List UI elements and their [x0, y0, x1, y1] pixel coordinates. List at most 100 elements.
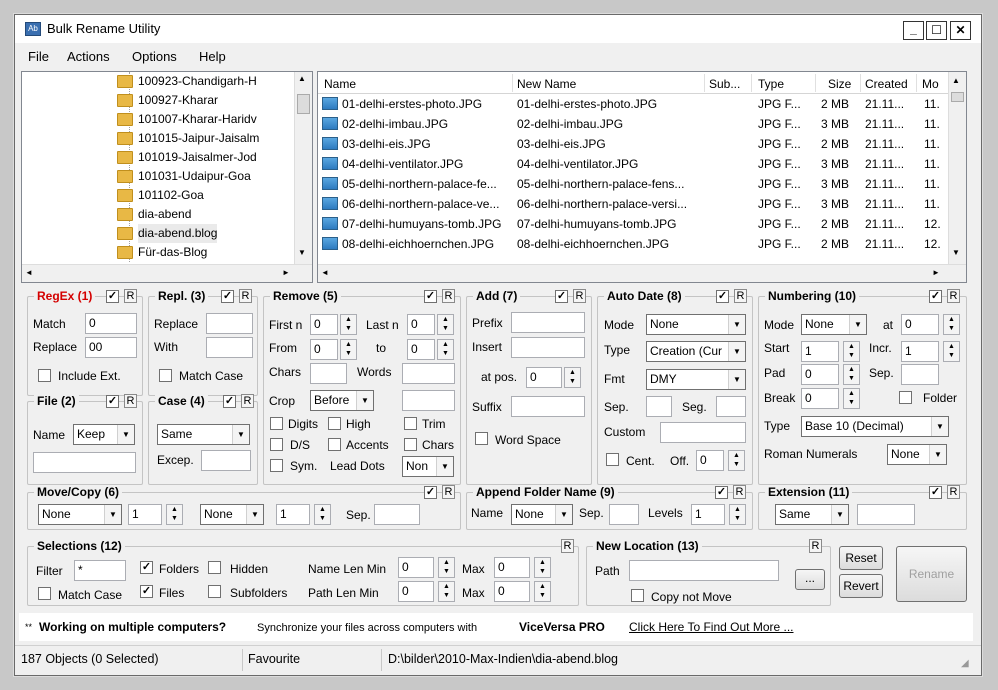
- selections-reset-button[interactable]: R: [561, 539, 574, 553]
- insert-input[interactable]: [511, 337, 585, 358]
- from-input[interactable]: 0: [310, 339, 338, 360]
- table-row[interactable]: 05-delhi-northern-palace-fe... 05-delhi-n…: [318, 174, 940, 194]
- regex-replace-input[interactable]: 00: [85, 337, 137, 358]
- lead-dots-select[interactable]: Non ▼: [402, 456, 454, 477]
- suffix-input[interactable]: [511, 396, 585, 417]
- movecopy-reset-button[interactable]: R: [442, 485, 455, 499]
- scroll-right-icon[interactable]: ►: [932, 268, 940, 277]
- rename-button[interactable]: Rename: [896, 546, 967, 602]
- namelen-min-input[interactable]: 0: [398, 557, 434, 578]
- num-start-stepper[interactable]: ▲ ▼: [843, 341, 860, 362]
- movecopy-enable-checkbox[interactable]: ✓: [424, 486, 437, 499]
- to-stepper[interactable]: ▲ ▼: [437, 339, 454, 360]
- col-sub[interactable]: Sub...: [709, 77, 740, 91]
- movecopy-select-1[interactable]: None ▼: [38, 504, 122, 525]
- folders-checkbox[interactable]: ✓: [140, 561, 153, 574]
- table-row[interactable]: 07-delhi-humuyans-tomb.JPG 07-delhi-humuy…: [318, 214, 941, 234]
- browse-button[interactable]: ...: [795, 569, 825, 590]
- word-space-checkbox[interactable]: [475, 432, 488, 445]
- table-row[interactable]: 02-delhi-imbau.JPG 02-delhi-imbau.JPG JPG …: [318, 114, 940, 134]
- tree-item[interactable]: 101007-Kharar-Haridv: [117, 110, 257, 129]
- lastn-input[interactable]: 0: [407, 314, 435, 335]
- status-favourite[interactable]: Favourite: [248, 652, 300, 666]
- maximize-button[interactable]: ☐: [926, 21, 947, 40]
- pathlen-min-input[interactable]: 0: [398, 581, 434, 602]
- table-row[interactable]: 04-delhi-ventilator.JPG 04-delhi-ventilat…: [318, 154, 940, 174]
- extension-reset-button[interactable]: R: [947, 485, 960, 499]
- pathlen-max-input[interactable]: 0: [494, 581, 530, 602]
- crop-select[interactable]: Before ▼: [310, 390, 374, 411]
- col-created[interactable]: Created: [865, 77, 908, 91]
- list-hscrollbar[interactable]: ◄ ►: [318, 264, 966, 282]
- regex-enable-checkbox[interactable]: ✓: [106, 290, 119, 303]
- repl-match-case-checkbox[interactable]: [159, 369, 172, 382]
- sel-match-case-checkbox[interactable]: [38, 587, 51, 600]
- tree-item[interactable]: 101102-Goa: [117, 186, 204, 205]
- hidden-checkbox[interactable]: [208, 561, 221, 574]
- col-new-name[interactable]: New Name: [517, 77, 576, 91]
- regex-match-input[interactable]: 0: [85, 313, 137, 334]
- col-size[interactable]: Size: [828, 77, 851, 91]
- tree-item[interactable]: 101015-Jaipur-Jaisalm: [117, 129, 259, 148]
- num-pad-input[interactable]: 0: [801, 364, 839, 385]
- scroll-up-icon[interactable]: ▲: [298, 74, 306, 83]
- ad-sep-input[interactable]: [646, 396, 672, 417]
- files-checkbox[interactable]: ✓: [140, 585, 153, 598]
- sym-checkbox[interactable]: [270, 459, 283, 472]
- to-input[interactable]: 0: [407, 339, 435, 360]
- repl-reset-button[interactable]: R: [239, 289, 252, 303]
- firstn-input[interactable]: 0: [310, 314, 338, 335]
- tree-item[interactable]: Für-das-Blog: [117, 243, 207, 262]
- col-modified[interactable]: Mo: [922, 77, 939, 91]
- high-checkbox[interactable]: [328, 417, 341, 430]
- appendfolder-enable-checkbox[interactable]: ✓: [715, 486, 728, 499]
- atpos-stepper[interactable]: ▲ ▼: [564, 367, 581, 388]
- table-row[interactable]: 08-delhi-eichhoernchen.JPG 08-delhi-eichh…: [318, 234, 941, 254]
- copy-not-move-checkbox[interactable]: [631, 589, 644, 602]
- resize-grip-icon[interactable]: ◢: [961, 658, 969, 669]
- repl-enable-checkbox[interactable]: ✓: [221, 290, 234, 303]
- crop-input[interactable]: [402, 390, 455, 411]
- roman-select[interactable]: None ▼: [887, 444, 947, 465]
- numbering-reset-button[interactable]: R: [947, 289, 960, 303]
- chars-input[interactable]: [310, 363, 347, 384]
- chars-checkbox[interactable]: [404, 438, 417, 451]
- close-button[interactable]: ✕: [950, 21, 971, 40]
- folder-tree[interactable]: 100923-Chandigarh-H 100927-Kharar 101007…: [21, 71, 313, 283]
- prefix-input[interactable]: [511, 312, 585, 333]
- num-at-stepper[interactable]: ▲ ▼: [943, 314, 960, 335]
- pathlen-max-stepper[interactable]: ▲ ▼: [534, 581, 551, 602]
- case-reset-button[interactable]: R: [241, 394, 254, 408]
- repl-with-input[interactable]: [206, 337, 253, 358]
- case-excep-input[interactable]: [201, 450, 251, 471]
- num-break-input[interactable]: 0: [801, 388, 839, 409]
- file-enable-checkbox[interactable]: ✓: [106, 395, 119, 408]
- tree-item[interactable]: 101031-Udaipur-Goa: [117, 167, 251, 186]
- include-ext-checkbox[interactable]: [38, 369, 51, 382]
- num-type-select[interactable]: Base 10 (Decimal) ▼: [801, 416, 949, 437]
- num-at-input[interactable]: 0: [901, 314, 939, 335]
- movecopy-select-2[interactable]: None ▼: [200, 504, 264, 525]
- off-input[interactable]: 0: [696, 450, 724, 471]
- tree-hscrollbar[interactable]: ◄ ►: [22, 264, 312, 282]
- namelen-max-input[interactable]: 0: [494, 557, 530, 578]
- file-name-input[interactable]: [33, 452, 136, 473]
- ad-type-select[interactable]: Creation (Cur ▼: [646, 341, 746, 362]
- autodate-enable-checkbox[interactable]: ✓: [716, 290, 729, 303]
- num-incr-stepper[interactable]: ▲ ▼: [943, 341, 960, 362]
- tree-item[interactable]: dia-abend: [117, 205, 191, 224]
- tree-item[interactable]: 100923-Chandigarh-H: [117, 72, 257, 91]
- from-stepper[interactable]: ▲ ▼: [340, 339, 357, 360]
- remove-enable-checkbox[interactable]: ✓: [424, 290, 437, 303]
- num-pad-stepper[interactable]: ▲ ▼: [843, 364, 860, 385]
- scroll-left-icon[interactable]: ◄: [321, 268, 329, 277]
- movecopy-stepper-2[interactable]: ▲ ▼: [314, 504, 331, 525]
- minimize-button[interactable]: _: [903, 21, 924, 40]
- movecopy-stepper-1[interactable]: ▲ ▼: [166, 504, 183, 525]
- repl-replace-input[interactable]: [206, 313, 253, 334]
- af-levels-input[interactable]: 1: [691, 504, 725, 525]
- case-enable-checkbox[interactable]: ✓: [223, 395, 236, 408]
- off-stepper[interactable]: ▲ ▼: [728, 450, 745, 471]
- scroll-left-icon[interactable]: ◄: [25, 268, 33, 277]
- lastn-stepper[interactable]: ▲ ▼: [437, 314, 454, 335]
